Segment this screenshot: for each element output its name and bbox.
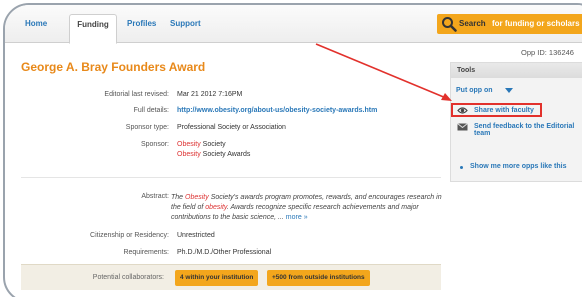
sponsor-type-label: Sponsor type:	[125, 124, 169, 131]
revised-label: Editorial last revised:	[104, 91, 169, 98]
requirements-label: Requirements:	[123, 249, 169, 256]
sponsor-rest: Society	[200, 141, 226, 148]
revised-value: Mar 21 2012 7:16PM	[177, 91, 243, 98]
feedback-line: Send feedback to the Editorial	[474, 123, 575, 130]
details-link[interactable]: http://www.obesity.org/about-us/obesity-…	[177, 107, 377, 114]
top-nav: Home Funding Profiles Support Search for…	[5, 5, 582, 44]
nav-support[interactable]: Support	[170, 19, 201, 28]
send-feedback-link[interactable]: Send feedback to the Editorial team	[474, 123, 574, 137]
citizenship-label: Citizenship or Residency:	[90, 232, 169, 239]
abstract-part: The	[171, 194, 186, 201]
sponsor-type-value: Professional Society or Association	[177, 124, 286, 131]
abstract-label: Abstract:	[141, 193, 169, 200]
nav-profiles[interactable]: Profiles	[127, 19, 156, 28]
sponsor-rest: Society Awards	[200, 151, 251, 158]
nav-funding[interactable]: Funding	[69, 14, 117, 44]
abstract-keyword: Obesity	[185, 194, 209, 201]
bullet-icon	[460, 166, 463, 169]
sponsor-keyword: Obesity	[177, 141, 201, 148]
sponsor-label: Sponsor:	[140, 141, 169, 148]
nav-home[interactable]: Home	[25, 19, 47, 28]
collaborators-bar: Potential collaborators: 4 within your i…	[21, 264, 441, 290]
collab-inside-button[interactable]: 4 within your institution	[175, 270, 259, 286]
opp-id: Opp ID: 136246	[521, 48, 574, 57]
chevron-down-icon	[504, 87, 513, 93]
browser-frame: Home Funding Profiles Support Search for…	[3, 3, 582, 297]
details-label: Full details:	[133, 107, 169, 114]
put-opp-on-label: Put opp on	[456, 87, 493, 94]
sponsor-value-1: Obesity Society	[177, 141, 226, 148]
requirements-value: Ph.D./M.D./Other Professional	[177, 249, 272, 256]
sponsor-value-2: Obesity Society Awards	[177, 151, 250, 158]
sponsor-keyword: Obesity	[177, 151, 201, 158]
collab-outside-button[interactable]: +500 from outside institutions	[267, 270, 370, 286]
tools-panel: Tools Put opp on Share with faculty Send…	[450, 62, 582, 182]
divider	[21, 177, 441, 178]
abstract-more-link[interactable]: more »	[286, 214, 308, 221]
mail-icon	[457, 123, 468, 131]
highlight-box	[451, 103, 542, 117]
abstract-keyword: obesity	[205, 204, 227, 211]
collaborators-label: Potential collaborators:	[92, 274, 164, 281]
feedback-line: team	[474, 130, 491, 137]
citizenship-value: Unrestricted	[177, 232, 215, 239]
search-button[interactable]: Search for funding or scholars	[437, 14, 582, 34]
search-icon	[442, 17, 457, 32]
show-more-link[interactable]: Show me more opps like this	[470, 163, 566, 170]
tools-heading: Tools	[451, 63, 582, 78]
put-opp-on-dropdown[interactable]: Put opp on	[456, 87, 513, 94]
search-label: Search	[459, 19, 486, 28]
abstract-text: The Obesity Society's awards program pro…	[171, 193, 443, 223]
search-hint: for funding or scholars	[492, 19, 580, 28]
page-title: George A. Bray Founders Award	[21, 60, 206, 74]
